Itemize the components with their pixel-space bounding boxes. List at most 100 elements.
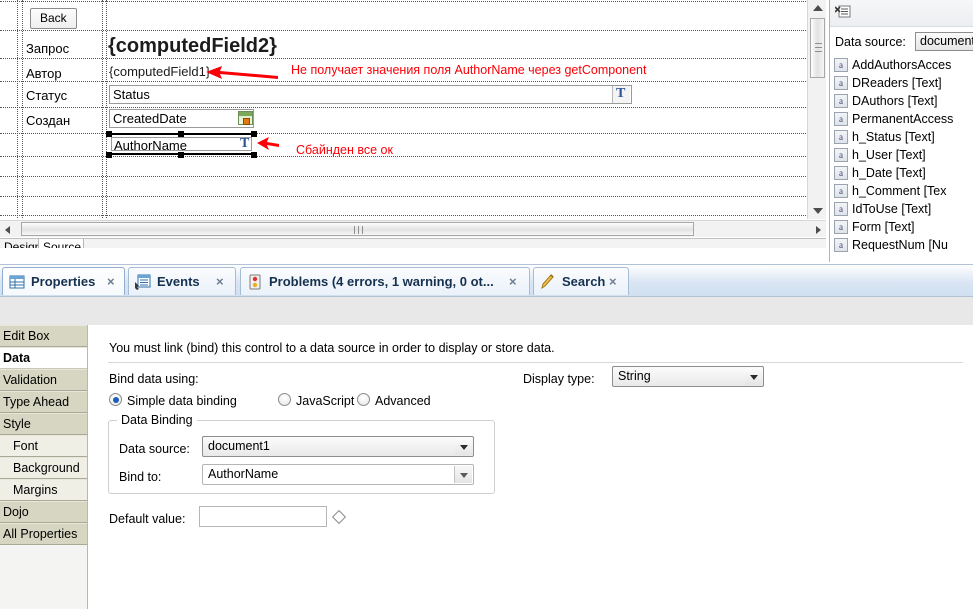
design-vertical-scrollbar[interactable] [807,0,826,219]
text-field-icon: a [834,130,848,144]
category-all-properties[interactable]: All Properties [0,523,87,545]
field-name: DReaders [852,76,908,90]
outline-panel-header [830,0,973,27]
annotation-bottom-text: Сбайнден все ок [296,143,393,157]
category-edit-box[interactable]: Edit Box [0,325,87,347]
category-validation[interactable]: Validation [0,369,87,391]
computed-field-1[interactable]: {computedField1} [109,64,210,79]
display-type-combo[interactable]: String [612,366,764,387]
tab-properties[interactable]: Properties × [2,267,125,295]
text-field-icon: a [834,58,848,72]
list-item[interactable]: a DReaders [Text] [830,74,973,92]
tab-design[interactable]: Design [0,239,38,248]
field-type: [Text] [908,94,938,108]
data-outline-panel: Data source: document1 a AddAuthorsAcces… [829,0,973,262]
resize-handle-s[interactable] [178,152,184,158]
chevron-down-icon[interactable] [454,466,472,483]
editor-top-area: Back Запрос Автор Статус Создан {compute… [0,0,973,264]
computed-field-2[interactable]: {computedField2} [108,35,277,58]
horizontal-scroll-thumb[interactable] [21,222,694,236]
resize-handle-sw[interactable] [106,152,112,158]
tab-search[interactable]: Search × [533,267,629,295]
resize-handle-se[interactable] [251,152,257,158]
list-item[interactable]: a h_Date [Text] [830,164,973,182]
display-type-value: String [618,369,651,383]
list-item[interactable]: a IdToUse [Text] [830,200,973,218]
data-source-value: document1 [208,439,270,453]
resize-handle-n[interactable] [178,131,184,137]
outline-datasource-row: Data source: document1 [830,31,973,53]
radio-javascript[interactable] [278,393,291,406]
outline-datasource-combo[interactable]: document1 [915,32,973,51]
default-value-input[interactable] [199,506,327,527]
field-name: h_Comment [852,184,920,198]
tab-problems[interactable]: Problems (4 errors, 1 warning, 0 ot... × [240,267,530,295]
form-label-sozdan: Создан [26,113,70,128]
grid-line [0,107,806,108]
close-icon[interactable]: × [609,274,617,289]
list-item[interactable]: a DAuthors [Text] [830,92,973,110]
field-name: AddAuthorsAcces [852,58,951,72]
category-margins[interactable]: Margins [0,479,87,501]
bind-to-combo[interactable]: AuthorName [202,464,474,485]
radio-simple-data-binding[interactable] [109,393,122,406]
category-style[interactable]: Style [0,413,87,435]
list-item[interactable]: a AddAuthorsAcces [830,56,973,74]
resize-handle-nw[interactable] [106,131,112,137]
tab-events[interactable]: Events × [128,267,236,295]
design-canvas[interactable]: Back Запрос Автор Статус Создан {compute… [0,0,806,219]
view-tabbar: Properties × Events × Problems (4 errors… [0,264,973,297]
text-type-icon: T [240,136,249,152]
outline-field-list[interactable]: a AddAuthorsAcces a DReaders [Text] a DA… [830,56,973,262]
radio-advanced-label: Advanced [375,394,431,408]
field-name: Form [852,220,881,234]
text-field-icon: a [834,220,848,234]
data-properties-pane: You must link (bind) this control to a d… [89,325,973,609]
created-date-input[interactable]: CreatedDate [109,109,254,128]
category-dojo[interactable]: Dojo [0,501,87,523]
list-item[interactable]: a Form [Text] [830,218,973,236]
field-type: [Text] [905,130,935,144]
compute-value-icon[interactable] [332,510,346,524]
bind-to-label: Bind to: [119,470,161,484]
category-font[interactable]: Font [0,435,87,457]
text-field-icon: a [834,148,848,162]
field-type: [Text] [896,166,926,180]
category-data[interactable]: Data [0,347,87,369]
author-name-input-value[interactable]: AuthorName [111,137,252,151]
close-icon[interactable]: × [107,274,115,289]
design-horizontal-scrollbar[interactable] [0,220,826,237]
grid-line [0,215,806,216]
list-item[interactable]: a h_Comment [Tex [830,182,973,200]
form-label-status: Статус [26,88,67,103]
list-item[interactable]: a h_Status [Text] [830,128,973,146]
close-icon[interactable]: × [216,274,224,289]
back-button[interactable]: Back [30,8,77,29]
tab-label: Properties [31,274,95,289]
field-name: RequestNum [852,238,925,252]
tab-source[interactable]: Source [38,239,84,248]
scroll-down-icon[interactable] [813,208,823,214]
vertical-scroll-thumb[interactable] [810,18,825,78]
scroll-left-icon[interactable] [5,226,10,234]
design-source-tabbar: Design Source [0,238,826,248]
grid-line [0,196,806,197]
list-item[interactable]: a RequestNum [Nu [830,236,973,254]
category-type-ahead[interactable]: Type Ahead [0,391,87,413]
chevron-down-icon[interactable] [455,438,472,455]
data-source-combo[interactable]: document1 [202,436,474,457]
list-item[interactable]: a h_User [Text] [830,146,973,164]
calendar-icon[interactable] [238,111,253,125]
status-input[interactable]: Status [109,85,632,104]
grid-line [106,0,107,218]
list-item[interactable]: a PermanentAccess [830,110,973,128]
scroll-up-icon[interactable] [813,5,823,11]
radio-javascript-label: JavaScript [296,394,354,408]
category-background[interactable]: Background [0,457,87,479]
radio-advanced[interactable] [357,393,370,406]
scroll-right-icon[interactable] [816,226,821,234]
properties-category-list[interactable]: Edit Box Data Validation Type Ahead Styl… [0,325,88,609]
text-field-icon: a [834,166,848,180]
close-icon[interactable]: × [509,274,517,289]
chevron-down-icon[interactable] [745,368,762,385]
